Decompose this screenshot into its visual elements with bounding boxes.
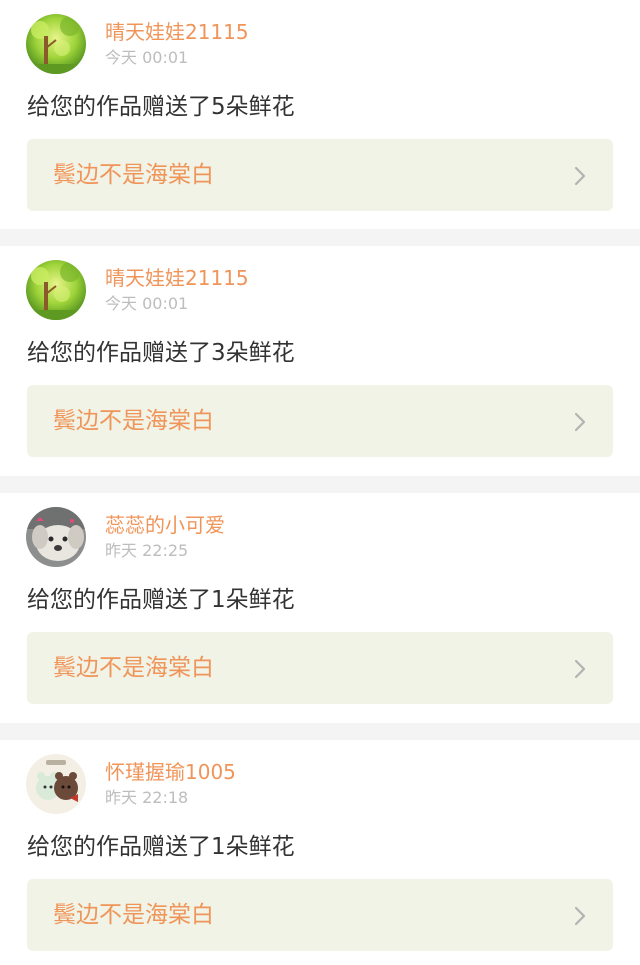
post-time: 昨天 22:25 bbox=[105, 541, 189, 560]
cartoon-bears-avatar[interactable] bbox=[26, 754, 86, 814]
work-link[interactable]: 鬓边不是海棠白 bbox=[27, 385, 613, 457]
work-link[interactable]: 鬓边不是海棠白 bbox=[27, 879, 613, 951]
work-title: 鬓边不是海棠白 bbox=[53, 655, 214, 681]
post-time: 今天 00:01 bbox=[105, 48, 189, 67]
chevron-right-icon bbox=[574, 659, 586, 679]
gift-message: 给您的作品赠送了1朵鲜花 bbox=[27, 834, 295, 860]
gift-message: 给您的作品赠送了5朵鲜花 bbox=[27, 94, 295, 120]
work-link[interactable]: 鬓边不是海棠白 bbox=[27, 632, 613, 704]
chevron-right-icon bbox=[574, 166, 586, 186]
work-title: 鬓边不是海棠白 bbox=[53, 162, 214, 188]
post-time: 今天 00:01 bbox=[105, 294, 189, 313]
user-name[interactable]: 蕊蕊的小可爱 bbox=[105, 512, 225, 538]
chevron-right-icon bbox=[574, 906, 586, 926]
user-name[interactable]: 晴天娃娃21115 bbox=[105, 265, 249, 291]
gift-message: 给您的作品赠送了1朵鲜花 bbox=[27, 587, 295, 613]
notification-card: 晴天娃娃21115 今天 00:01 给您的作品赠送了3朵鲜花 鬓边不是海棠白 bbox=[0, 246, 640, 476]
user-name[interactable]: 怀瑾握瑜1005 bbox=[105, 759, 236, 785]
work-title: 鬓边不是海棠白 bbox=[53, 408, 214, 434]
notification-card: 晴天娃娃21115 今天 00:01 给您的作品赠送了5朵鲜花 鬓边不是海棠白 bbox=[0, 0, 640, 229]
gift-message: 给您的作品赠送了3朵鲜花 bbox=[27, 340, 295, 366]
puppy-avatar[interactable] bbox=[26, 507, 86, 567]
notification-card: 蕊蕊的小可爱 昨天 22:25 给您的作品赠送了1朵鲜花 鬓边不是海棠白 bbox=[0, 493, 640, 723]
post-time: 昨天 22:18 bbox=[105, 788, 189, 807]
user-name[interactable]: 晴天娃娃21115 bbox=[105, 19, 249, 45]
work-link[interactable]: 鬓边不是海棠白 bbox=[27, 139, 613, 211]
work-title: 鬓边不是海棠白 bbox=[53, 902, 214, 928]
notification-card: 怀瑾握瑜1005 昨天 22:18 给您的作品赠送了1朵鲜花 鬓边不是海棠白 bbox=[0, 740, 640, 965]
forest-tree-avatar[interactable] bbox=[26, 14, 86, 74]
chevron-right-icon bbox=[574, 412, 586, 432]
forest-tree-avatar[interactable] bbox=[26, 260, 86, 320]
gift-notification-feed: 晴天娃娃21115 今天 00:01 给您的作品赠送了5朵鲜花 鬓边不是海棠白 bbox=[0, 0, 640, 965]
